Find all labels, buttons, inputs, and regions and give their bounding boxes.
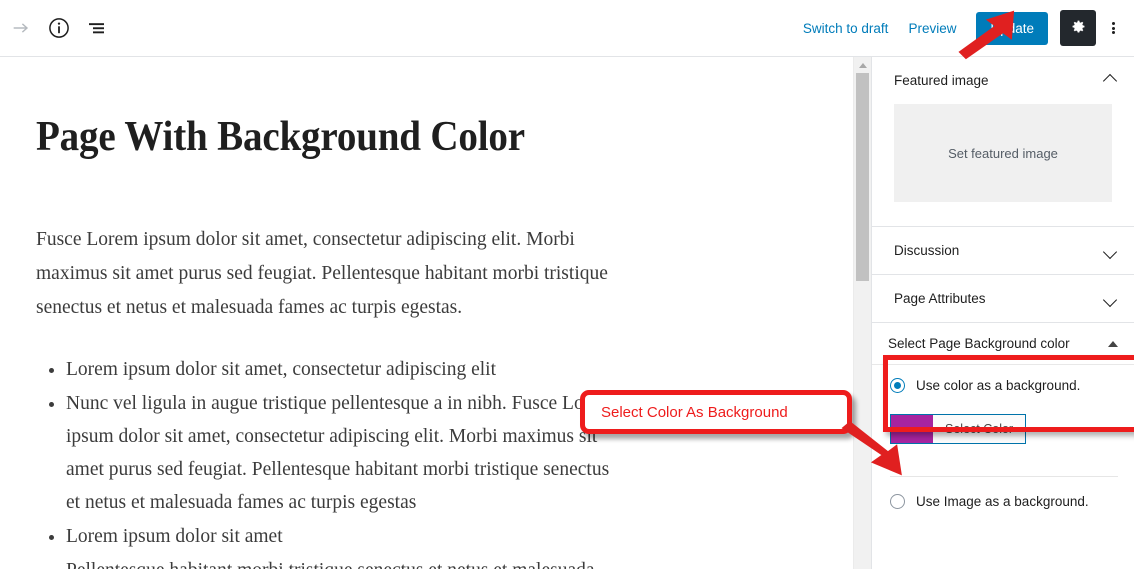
arrow-right-icon[interactable] <box>2 9 40 47</box>
kebab-menu-icon <box>1111 20 1115 35</box>
set-featured-image-label: Set featured image <box>948 145 1058 161</box>
annotation-callout-text: Select Color As Background <box>601 403 788 421</box>
scrollbar-thumb[interactable] <box>856 73 869 281</box>
list-item[interactable]: Lorem ipsum dolor sit amet, consectetur … <box>66 353 616 386</box>
post-content[interactable]: Page With Background Color Fusce Lorem i… <box>0 57 850 569</box>
page-title[interactable]: Page With Background Color <box>36 113 760 161</box>
editor-canvas[interactable]: Page With Background Color Fusce Lorem i… <box>0 57 850 569</box>
panel-page-background-color-title: Select Page Background color <box>888 336 1070 351</box>
wordpress-block-editor: Switch to draft Preview Update Page With <box>0 0 1134 569</box>
panel-featured-image-title: Featured image <box>894 73 989 88</box>
color-picker-row: Select Color <box>872 406 1134 448</box>
list-item[interactable]: Lorem ipsum dolor sit amet <box>66 520 616 553</box>
panel-discussion-header[interactable]: Discussion <box>872 227 1134 274</box>
radio-use-color-label: Use color as a background. <box>916 378 1081 393</box>
set-featured-image-button[interactable]: Set featured image <box>894 104 1112 202</box>
scroll-up-arrow-icon[interactable] <box>854 59 871 71</box>
settings-sidebar: Featured image Set featured image Discus… <box>871 57 1134 569</box>
info-icon[interactable] <box>40 9 78 47</box>
top-bar-right-tools: Switch to draft Preview Update <box>793 10 1134 46</box>
canvas-scrollbar[interactable] <box>853 57 871 569</box>
panel-page-attributes-title: Page Attributes <box>894 291 986 306</box>
panel-page-attributes-header[interactable]: Page Attributes <box>872 275 1134 322</box>
list-view-icon[interactable] <box>78 9 116 47</box>
bullet-list[interactable]: Lorem ipsum dolor sit amet, consectetur … <box>36 353 616 569</box>
chevron-down-icon[interactable] <box>1104 294 1118 303</box>
panel-featured-image-body: Set featured image <box>872 104 1134 226</box>
panel-discussion: Discussion <box>872 227 1134 275</box>
selected-color-swatch <box>891 415 933 443</box>
chevron-up-icon[interactable] <box>1104 76 1118 85</box>
radio-use-image-label: Use Image as a background. <box>916 494 1089 509</box>
gear-icon <box>1072 20 1084 32</box>
intro-paragraph[interactable]: Fusce Lorem ipsum dolor sit amet, consec… <box>36 223 616 325</box>
switch-to-draft-button[interactable]: Switch to draft <box>793 15 899 42</box>
caret-up-icon[interactable] <box>1108 340 1118 347</box>
chevron-down-icon[interactable] <box>1104 246 1118 255</box>
panel-featured-image-header[interactable]: Featured image <box>872 57 1134 104</box>
list-item[interactable]: Pellentesque habitant morbi tristique se… <box>66 554 616 569</box>
panel-page-attributes: Page Attributes <box>872 275 1134 323</box>
panel-featured-image: Featured image Set featured image <box>872 57 1134 227</box>
top-bar-left-tools <box>0 9 116 47</box>
update-button[interactable]: Update <box>976 11 1048 45</box>
list-item[interactable]: Nunc vel ligula in augue tristique pelle… <box>66 387 616 519</box>
preview-button[interactable]: Preview <box>898 15 966 42</box>
select-color-label: Select Color <box>933 415 1026 443</box>
radio-use-image[interactable] <box>890 494 905 509</box>
editor-top-bar: Switch to draft Preview Update <box>0 0 1134 57</box>
settings-gear-button[interactable] <box>1060 10 1096 46</box>
more-options-button[interactable] <box>1100 10 1126 46</box>
annotation-callout: Select Color As Background <box>580 390 852 434</box>
panel-discussion-title: Discussion <box>894 243 960 258</box>
panel-page-background-color: Select Page Background color Use color a… <box>872 323 1134 522</box>
option-use-image-as-background[interactable]: Use Image as a background. <box>872 477 1134 522</box>
select-color-button[interactable]: Select Color <box>890 414 1027 444</box>
radio-use-color[interactable] <box>890 378 905 393</box>
panel-page-background-color-header[interactable]: Select Page Background color <box>872 323 1134 365</box>
option-use-color-as-background[interactable]: Use color as a background. <box>872 365 1134 406</box>
